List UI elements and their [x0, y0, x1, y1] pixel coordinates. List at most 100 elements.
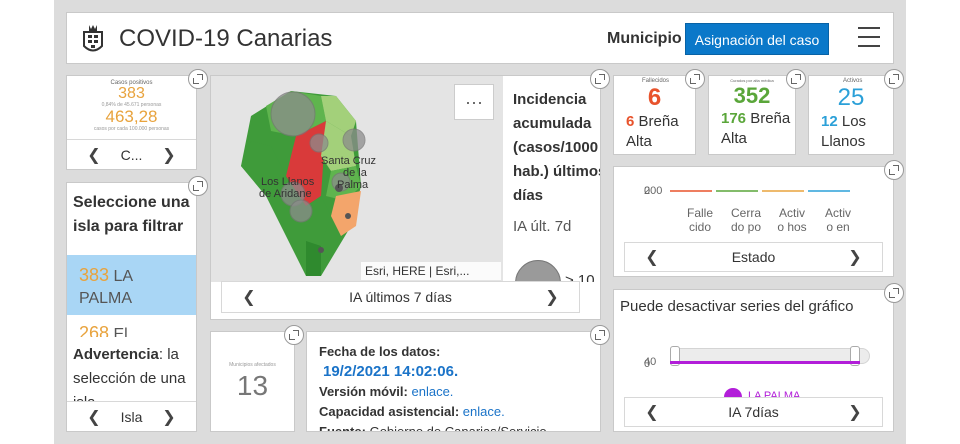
activos-detail: 12 Los Llanos	[809, 112, 893, 152]
casos-positivos-panel: Casos positivos 383 0,84% de 45.671 pers…	[66, 75, 197, 170]
map-canvas[interactable]: Santa Cruz de la Palma Los Llanos de Ari…	[211, 76, 503, 282]
fuente-text: Gobierno de Canarias/Servicio	[369, 424, 547, 432]
curados-detail: 176 Breña Alta	[709, 109, 795, 149]
fallecidos-panel: Fallecidos 6 6 Breña Alta	[613, 75, 696, 155]
movil-label: Versión móvil:	[319, 384, 408, 399]
x-tick-label: Falle cido	[687, 206, 713, 234]
curados-detail-num: 176	[721, 110, 747, 127]
canarias-crest-icon	[83, 25, 103, 52]
island-count: 383	[79, 265, 110, 285]
island-name: El	[113, 326, 128, 337]
chevron-left-icon[interactable]: ❮	[87, 145, 101, 165]
map-label-los-llanos: Los Llanos	[261, 176, 315, 188]
map-panel: Santa Cruz de la Palma Los Llanos de Ari…	[210, 75, 601, 320]
map-nav: ❮ IA últimos 7 días ❯	[221, 281, 580, 313]
activos-value: 25	[837, 84, 865, 111]
ia7-title: Puede desactivar series del gráfico	[620, 298, 854, 315]
fallecidos-detail-text: Breña Alta	[626, 113, 679, 150]
municipios-value: 13	[236, 370, 269, 401]
fallecidos-detail: 6 Breña Alta	[614, 112, 695, 152]
expand-icon[interactable]	[884, 160, 904, 180]
fuente-row: Fuente: Gobierno de Canarias/Servicio	[319, 422, 588, 432]
ia-label: IA últ. 7d	[513, 218, 572, 235]
isla-nav: ❮ Isla ❯	[67, 401, 196, 431]
chevron-right-icon[interactable]: ❯	[545, 287, 559, 307]
ia7-ylabel-bottom: 0	[644, 358, 651, 370]
casos-value: 383	[118, 85, 145, 102]
y-tick-label: 0	[644, 185, 650, 197]
app-title: COVID-19 Canarias	[119, 25, 333, 52]
fuente-label: Fuente:	[319, 424, 366, 432]
estado-nav: ❮ Estado ❯	[624, 242, 883, 272]
map-label-de-la: de la	[343, 167, 368, 179]
municipios-panel: Municipios afectados 13	[210, 331, 295, 432]
warning-text: Advertencia: la selección de una isla	[73, 343, 192, 403]
curados-value: 352	[733, 83, 771, 108]
casos-sub2: casos por cada 100.000 personas	[93, 126, 170, 132]
expand-icon[interactable]	[590, 69, 610, 89]
map-label-santa-cruz: Santa Cruz	[321, 155, 376, 167]
casos-rate: 463,28	[105, 107, 158, 126]
island-count: 268	[79, 323, 110, 337]
chevron-right-icon[interactable]: ❯	[162, 407, 176, 427]
expand-icon[interactable]	[685, 69, 705, 89]
incidencia-legend: Incidencia acumulada (casos/1000 hab.) ú…	[503, 76, 601, 282]
casos-nav: ❮ C... ❯	[67, 139, 196, 169]
chevron-right-icon[interactable]: ❯	[848, 247, 862, 267]
map-more-button[interactable]: ···	[454, 84, 494, 120]
chevron-left-icon[interactable]: ❮	[87, 407, 101, 427]
x-tick-label: Activ o hos	[777, 206, 806, 234]
island-item-la-palma[interactable]: 383 LA PALMA	[67, 255, 196, 315]
ia7-chart-panel: Puede desactivar series del gráfico 40 0…	[613, 289, 894, 432]
map-label-de-aridane: de Aridane	[259, 188, 312, 200]
activos-detail-num: 12	[821, 113, 838, 130]
movil-link[interactable]: enlace.	[412, 384, 454, 399]
fallecidos-detail-num: 6	[626, 113, 635, 130]
incidencia-title: Incidencia acumulada (casos/1000 hab.) ú…	[513, 91, 601, 204]
movil-row: Versión móvil: enlace.	[319, 382, 588, 402]
expand-icon[interactable]	[590, 325, 610, 345]
app-header: COVID-19 Canarias Municipio Asignación d…	[66, 12, 894, 64]
expand-icon[interactable]	[786, 69, 806, 89]
map-label-palma: Palma	[337, 179, 369, 191]
estado-nav-label: Estado	[731, 249, 776, 265]
x-tick-label: Cerra do po	[731, 206, 761, 234]
curados-panel: Curados por alta médica 352 176 Breña Al…	[708, 75, 796, 155]
municipio-label: Municipio	[607, 30, 682, 47]
chevron-left-icon[interactable]: ❮	[645, 402, 659, 422]
casos-nav-label: C...	[120, 146, 143, 163]
capacidad-link[interactable]: enlace.	[463, 404, 505, 419]
expand-icon[interactable]	[284, 325, 304, 345]
fallecidos-value: 6	[647, 84, 662, 111]
ia7-nav-label: IA 7días	[728, 404, 779, 420]
fecha-label: Fecha de los datos:	[319, 344, 441, 359]
chevron-left-icon[interactable]: ❮	[242, 287, 256, 307]
isla-nav-label: Isla	[120, 408, 143, 425]
expand-icon[interactable]	[188, 176, 208, 196]
island-item-el-hierro[interactable]: 268 El	[67, 315, 196, 337]
expand-icon[interactable]	[884, 283, 904, 303]
activos-panel: Activos 25 12 Los Llanos	[808, 75, 894, 155]
capacidad-row: Capacidad asistencial: enlace.	[319, 402, 588, 422]
chevron-right-icon[interactable]: ❯	[848, 402, 862, 422]
expand-icon[interactable]	[188, 69, 208, 89]
expand-icon[interactable]	[884, 69, 904, 89]
chevron-left-icon[interactable]: ❮	[645, 247, 659, 267]
x-tick-label: Activ o en	[825, 206, 851, 234]
map-attribution: Esri, HERE | Esri,...	[361, 262, 501, 280]
warning-bold: Advertencia	[73, 346, 159, 363]
fecha-panel: Fecha de los datos: 19/2/2021 14:02:06. …	[306, 331, 601, 432]
legend-circle-icon	[515, 260, 561, 282]
fecha-value: 19/2/2021 14:02:06.	[323, 363, 459, 380]
filter-panel: Seleccione una isla para filtrar 383 LA …	[66, 182, 197, 432]
asignacion-button[interactable]: Asignación del caso	[685, 23, 829, 55]
ia7-series-line	[670, 361, 860, 364]
estado-chart-panel: 200 0 Falle cido Cerra do po Activ o hos Activ o …	[613, 166, 894, 277]
municipios-label: Municipios afectados	[229, 362, 276, 368]
filter-heading: Seleccione una isla para filtrar	[73, 194, 190, 235]
map-nav-label: IA últimos 7 días	[349, 289, 452, 305]
chevron-right-icon[interactable]: ❯	[162, 145, 176, 165]
hamburger-menu-icon[interactable]	[858, 27, 880, 47]
estado-chart[interactable]: 2000Falle cidoCerra do poActiv o hosActiv o …	[614, 167, 894, 247]
capacidad-label: Capacidad asistencial:	[319, 404, 460, 419]
